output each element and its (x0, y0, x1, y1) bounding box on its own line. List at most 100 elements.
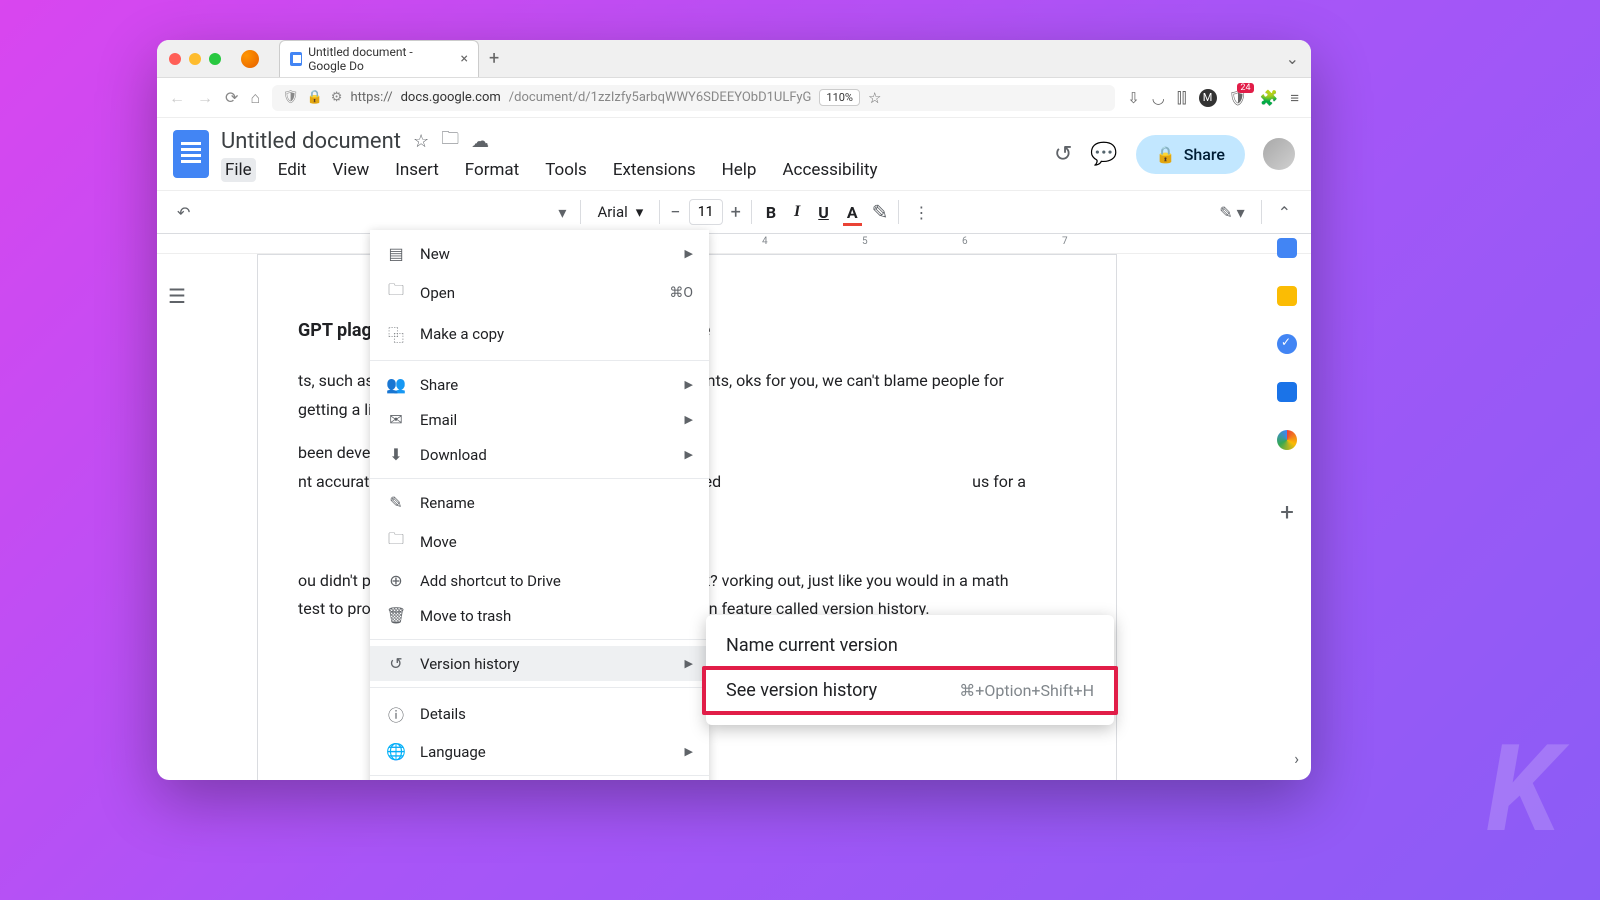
menu-tools[interactable]: Tools (541, 158, 591, 182)
tasks-icon[interactable] (1277, 334, 1297, 354)
font-size-input[interactable] (689, 199, 723, 225)
maximize-window[interactable] (209, 53, 221, 65)
ext-count: 24 (1237, 83, 1253, 93)
underline-button[interactable]: U (814, 201, 833, 224)
menu-share[interactable]: 👥Share▶ (370, 367, 709, 402)
contacts-icon[interactable] (1277, 382, 1297, 402)
back-button[interactable]: ← (169, 88, 185, 108)
menu-email[interactable]: ✉Email▶ (370, 402, 709, 437)
more-format-icon[interactable]: ⋮ (909, 199, 933, 226)
docs-logo-icon[interactable] (173, 130, 209, 178)
menu-add-shortcut[interactable]: ⊕Add shortcut to Drive (370, 563, 709, 598)
version-history-submenu: Name current version See version history… (706, 615, 1114, 725)
name-current-version[interactable]: Name current version (706, 625, 1114, 666)
close-tab-icon[interactable]: × (461, 51, 468, 67)
extension-icon[interactable]: 🛡24 (1229, 89, 1248, 107)
history-icon: ↺ (386, 654, 406, 673)
share-label: Share (1184, 145, 1225, 164)
rename-icon: ✎ (386, 493, 406, 512)
new-tab-button[interactable]: + (489, 48, 499, 69)
submenu-arrow-icon: ▶ (685, 378, 693, 391)
save-pocket-icon[interactable]: ⇩ (1127, 89, 1140, 107)
globe-icon: 🌐 (386, 742, 406, 761)
decrease-font-button[interactable]: − (670, 202, 680, 223)
italic-button[interactable]: I (790, 201, 804, 223)
font-family-select[interactable]: Arial ▾ (591, 203, 649, 221)
keep-icon[interactable] (1277, 286, 1297, 306)
bold-button[interactable]: B (762, 201, 780, 224)
outline-toggle[interactable]: ☰ (157, 254, 197, 780)
menu-edit[interactable]: Edit (274, 158, 311, 182)
pocket-icon[interactable]: ◡ (1152, 89, 1165, 107)
document-title[interactable]: Untitled document (221, 129, 401, 154)
lock-icon: 🔒 (1156, 145, 1176, 164)
titlebar: Untitled document - Google Do × + ⌄ (157, 40, 1311, 78)
move-folder-icon[interactable]: 🗀 (441, 126, 459, 156)
editing-mode-icon[interactable]: ✎ ▾ (1215, 199, 1248, 226)
menu-extensions[interactable]: Extensions (609, 158, 700, 182)
browser-tab[interactable]: Untitled document - Google Do × (279, 40, 479, 77)
forward-button[interactable]: → (197, 88, 213, 108)
undo-icon[interactable]: ↶ (173, 199, 194, 226)
menu-view[interactable]: View (328, 158, 373, 182)
comments-icon[interactable]: 💬 (1090, 142, 1117, 167)
see-version-history[interactable]: See version history ⌘+Option+Shift+H (702, 666, 1118, 715)
firefox-icon (241, 50, 259, 68)
menu-insert[interactable]: Insert (391, 158, 443, 182)
menu-download[interactable]: ⬇Download▶ (370, 437, 709, 472)
zoom-badge[interactable]: 110% (819, 89, 860, 106)
bookmark-star-icon[interactable]: ☆ (868, 89, 881, 107)
app-menu-icon[interactable]: ≡ (1290, 89, 1299, 107)
user-avatar[interactable] (1263, 138, 1295, 170)
highlight-button[interactable]: ✎ (872, 200, 889, 224)
reload-button[interactable]: ⟳ (225, 88, 238, 107)
add-addon-icon[interactable]: + (1280, 498, 1294, 526)
increase-font-button[interactable]: + (731, 202, 741, 223)
document-icon: ▤ (386, 244, 406, 263)
menu-new[interactable]: ▤New▶ (370, 236, 709, 271)
extensions-icon[interactable]: 🧩 (1260, 89, 1279, 107)
menu-version-history[interactable]: ↺Version history▶ (370, 646, 709, 681)
tab-title: Untitled document - Google Do (308, 45, 450, 73)
submenu-arrow-icon: ▶ (685, 413, 693, 426)
share-icon: 👥 (386, 375, 406, 394)
side-panel: + (1263, 230, 1311, 526)
cloud-status-icon[interactable]: ☁ (471, 131, 489, 152)
close-window[interactable] (169, 53, 181, 65)
library-icon[interactable]: ⫿⫿ (1177, 89, 1187, 107)
menu-file[interactable]: File (221, 158, 256, 182)
menu-format[interactable]: Format (461, 158, 523, 182)
menu-language[interactable]: 🌐Language▶ (370, 734, 709, 769)
menu-trash[interactable]: 🗑Move to trash (370, 598, 709, 633)
watermark: K (1486, 720, 1560, 860)
maps-icon[interactable] (1277, 430, 1297, 450)
share-button[interactable]: 🔒 Share (1136, 135, 1245, 174)
calendar-icon[interactable] (1277, 238, 1297, 258)
menu-help[interactable]: Help (718, 158, 761, 182)
collapse-toolbar-icon[interactable]: ⌃ (1274, 199, 1295, 226)
submenu-arrow-icon: ▶ (685, 448, 693, 461)
star-icon[interactable]: ☆ (413, 131, 429, 152)
url-input[interactable]: 🛡 🔒 ⚙ https://docs.google.com/document/d… (272, 85, 1115, 111)
text-color-button[interactable]: A (843, 201, 862, 224)
url-path: /document/d/1zzIzfy5arbqWWY6SDEEYObD1ULF… (509, 90, 812, 105)
menu-open[interactable]: 🗀Open⌘O (370, 271, 709, 314)
shortcut-label: ⌘+Option+Shift+H (959, 681, 1094, 700)
minimize-window[interactable] (189, 53, 201, 65)
menu-accessibility[interactable]: Accessibility (778, 158, 881, 182)
account-icon[interactable]: M (1199, 89, 1217, 107)
home-button[interactable]: ⌂ (250, 88, 260, 108)
menu-move[interactable]: 🗀Move (370, 520, 709, 563)
url-protocol: https:// (350, 90, 392, 105)
history-icon[interactable]: ↺ (1054, 142, 1072, 167)
menu-details[interactable]: ⓘDetails (370, 694, 709, 734)
email-icon: ✉ (386, 410, 406, 429)
menu-make-copy[interactable]: ⿻Make a copy (370, 314, 709, 354)
browser-window: Untitled document - Google Do × + ⌄ ← → … (157, 40, 1311, 780)
menu-rename[interactable]: ✎Rename (370, 485, 709, 520)
tabs-overflow-icon[interactable]: ⌄ (1286, 49, 1299, 68)
window-controls (169, 53, 221, 65)
sidepanel-collapse-icon[interactable]: › (1294, 749, 1299, 768)
style-dropdown-icon[interactable]: ▾ (554, 199, 570, 226)
download-icon: ⬇ (386, 445, 406, 464)
